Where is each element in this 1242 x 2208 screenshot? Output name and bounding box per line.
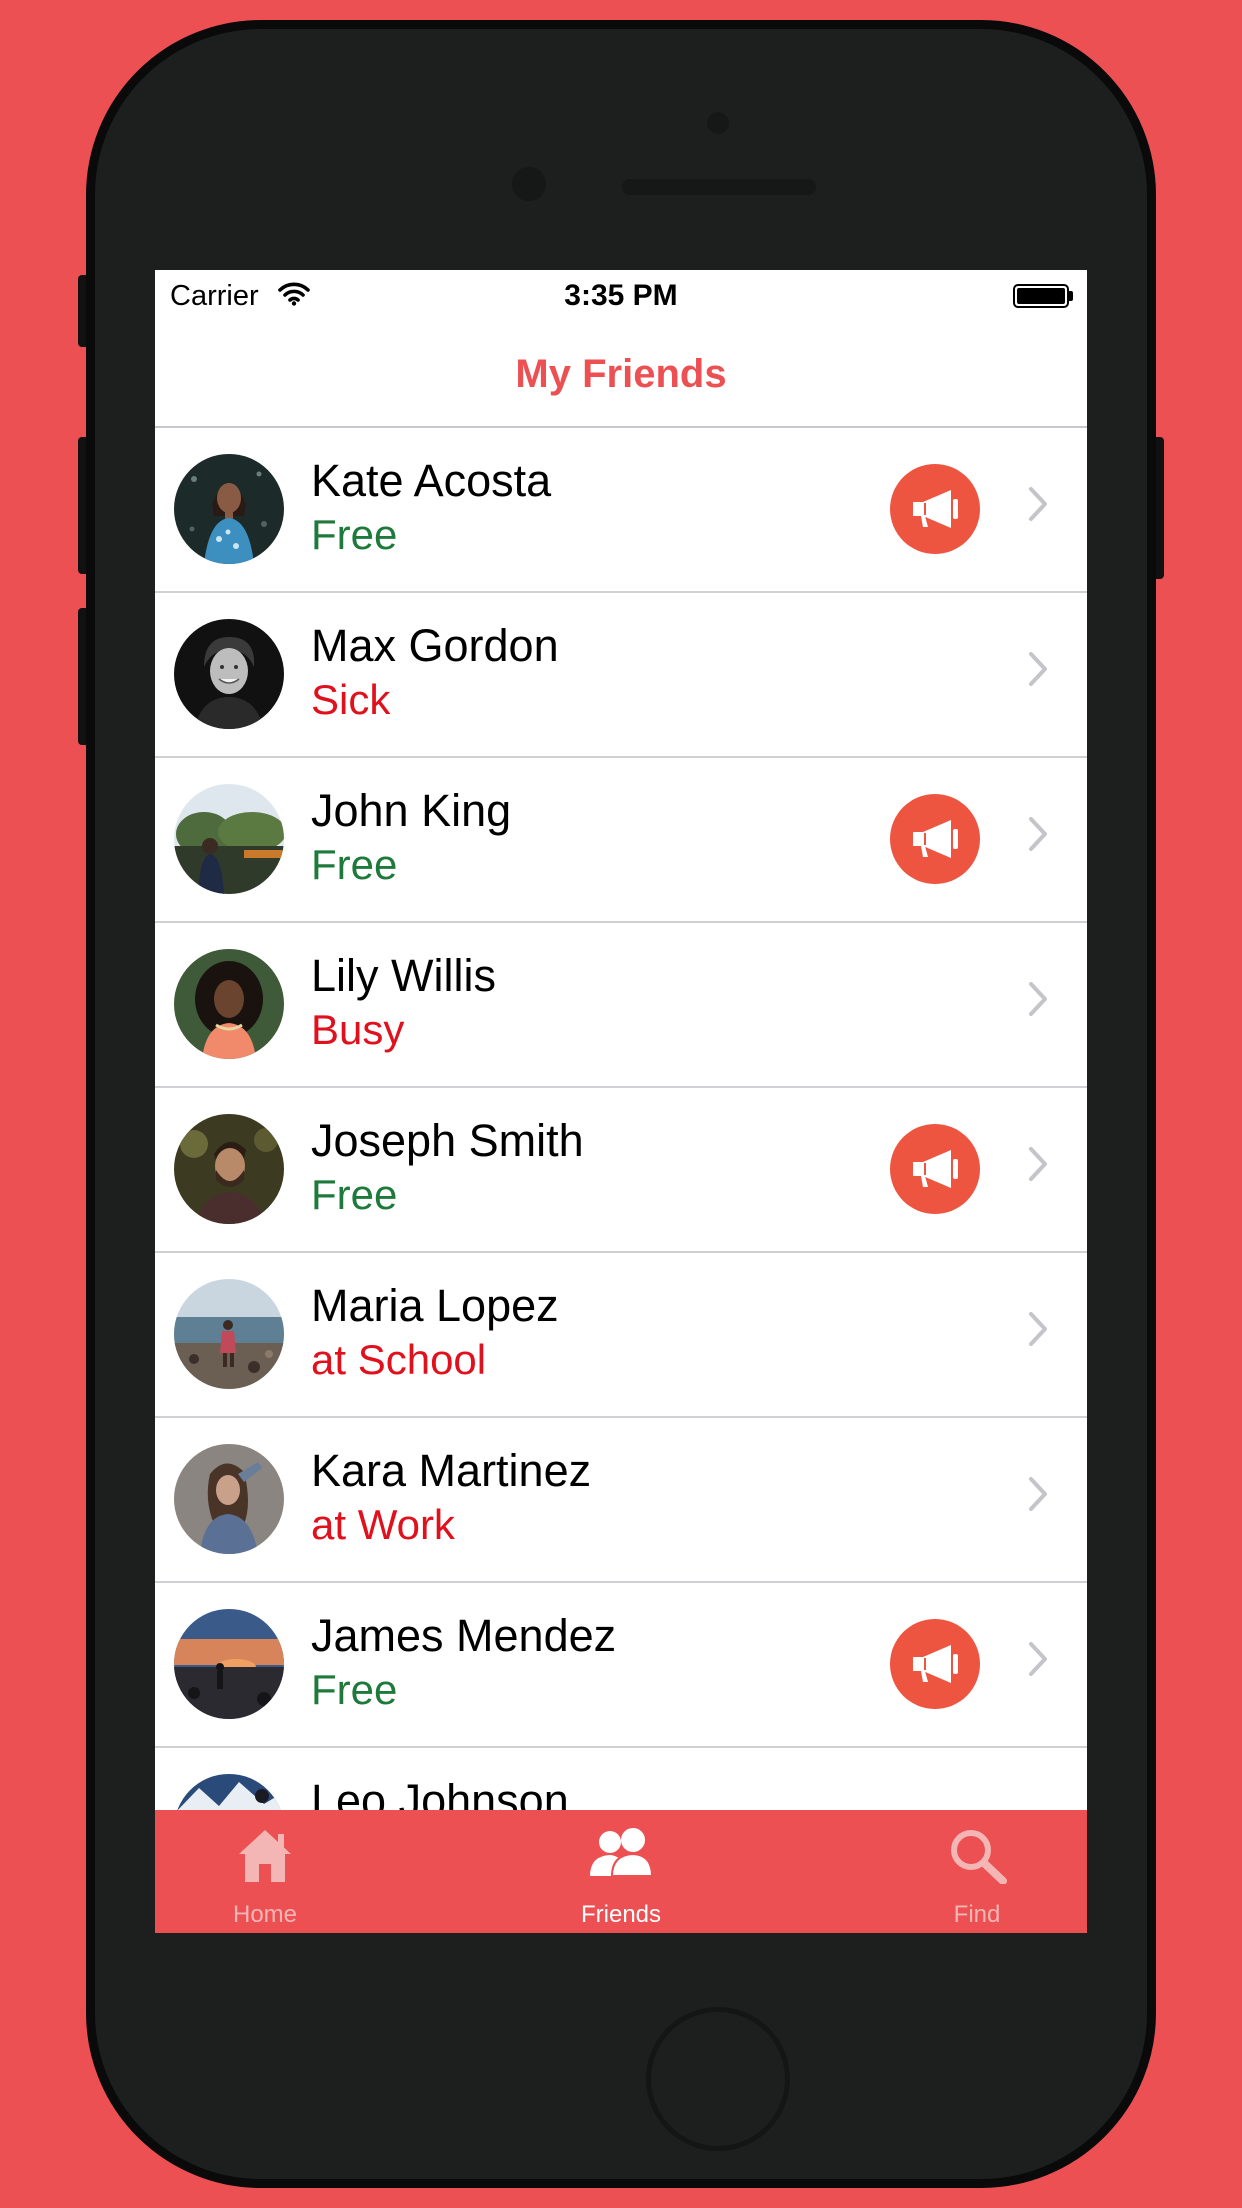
- home-button[interactable]: [646, 2007, 790, 2151]
- friend-row[interactable]: Max Gordon Sick: [155, 593, 1087, 758]
- friend-status: at Work: [311, 1501, 455, 1548]
- friend-row[interactable]: Leo Johnson: [155, 1748, 1087, 1810]
- search-icon: [951, 1830, 1007, 1884]
- friend-status: Free: [311, 1171, 398, 1218]
- tab-label: Home: [232, 1901, 298, 1928]
- tab-label: Friends: [580, 1901, 662, 1928]
- avatar: [174, 1774, 284, 1810]
- friend-name: Kate Acosta: [311, 455, 552, 506]
- home-icon: [239, 1830, 291, 1882]
- tab-label: Find: [953, 1901, 1001, 1928]
- friend-name: Joseph Smith: [311, 1115, 584, 1166]
- notify-friend-button[interactable]: [890, 1619, 980, 1709]
- status-bar: Carrier 3:35 PM: [155, 270, 1087, 322]
- avatar: [174, 949, 284, 1059]
- chevron-right-icon: [1028, 981, 1048, 1022]
- app-screen: Carrier 3:35 PM My Friends Kate Acosta F…: [155, 270, 1087, 1933]
- chevron-right-icon: [1028, 1311, 1048, 1352]
- avatar: [174, 619, 284, 729]
- friends-list[interactable]: Kate Acosta Free Max Gordon Sick John Ki…: [155, 428, 1087, 1810]
- notify-friend-button[interactable]: [890, 464, 980, 554]
- tab-bar: Home Friends Find: [155, 1810, 1087, 1933]
- megaphone-icon: [913, 1645, 958, 1683]
- battery-tip: [1069, 291, 1073, 301]
- friend-row[interactable]: Lily Willis Busy: [155, 923, 1087, 1088]
- friend-name: John King: [311, 785, 512, 836]
- friend-name: Max Gordon: [311, 620, 559, 671]
- friend-name: Lily Willis: [311, 950, 496, 1001]
- friends-icon: [590, 1828, 654, 1877]
- friend-row[interactable]: John King Free: [155, 758, 1087, 923]
- friend-status: Free: [311, 841, 398, 888]
- chevron-right-icon: [1028, 1476, 1048, 1517]
- chevron-right-icon: [1028, 486, 1048, 527]
- friend-status: Busy: [311, 1006, 405, 1053]
- megaphone-icon: [913, 1150, 958, 1188]
- chevron-right-icon: [1028, 1641, 1048, 1682]
- friend-status: Free: [311, 511, 398, 558]
- avatar: [174, 454, 284, 564]
- navigation-bar: My Friends: [155, 322, 1087, 428]
- megaphone-icon: [913, 820, 958, 858]
- friend-row[interactable]: Maria Lopez at School: [155, 1253, 1087, 1418]
- earpiece-speaker: [622, 179, 816, 195]
- friend-row[interactable]: Kara Martinez at Work: [155, 1418, 1087, 1583]
- tab-home[interactable]: Home: [155, 1810, 375, 1933]
- battery-icon: [1013, 284, 1069, 308]
- chevron-right-icon: [1028, 1146, 1048, 1187]
- page-title: My Friends: [515, 352, 727, 396]
- avatar: [174, 1114, 284, 1224]
- avatar: [174, 1279, 284, 1389]
- chevron-right-icon: [1028, 816, 1048, 857]
- proximity-sensor: [512, 167, 546, 201]
- friend-name: Maria Lopez: [311, 1280, 559, 1331]
- avatar: [174, 784, 284, 894]
- friend-status: Sick: [311, 676, 391, 723]
- friend-name: Leo Johnson: [311, 1775, 569, 1810]
- avatar: [174, 1609, 284, 1719]
- chevron-right-icon: [1028, 651, 1048, 692]
- friend-row[interactable]: James Mendez Free: [155, 1583, 1087, 1748]
- friend-name: Kara Martinez: [311, 1445, 592, 1496]
- tab-friends[interactable]: Friends: [511, 1810, 731, 1933]
- friend-row[interactable]: Kate Acosta Free: [155, 428, 1087, 593]
- notify-friend-button[interactable]: [890, 1124, 980, 1214]
- megaphone-icon: [913, 490, 958, 528]
- front-camera: [707, 112, 729, 134]
- avatar: [174, 1444, 284, 1554]
- status-time: 3:35 PM: [564, 279, 678, 312]
- friend-row[interactable]: Joseph Smith Free: [155, 1088, 1087, 1253]
- friend-name: James Mendez: [311, 1610, 617, 1661]
- friend-status: Free: [311, 1666, 398, 1713]
- friend-status: at School: [311, 1336, 487, 1383]
- notify-friend-button[interactable]: [890, 794, 980, 884]
- tab-find[interactable]: Find: [867, 1810, 1087, 1933]
